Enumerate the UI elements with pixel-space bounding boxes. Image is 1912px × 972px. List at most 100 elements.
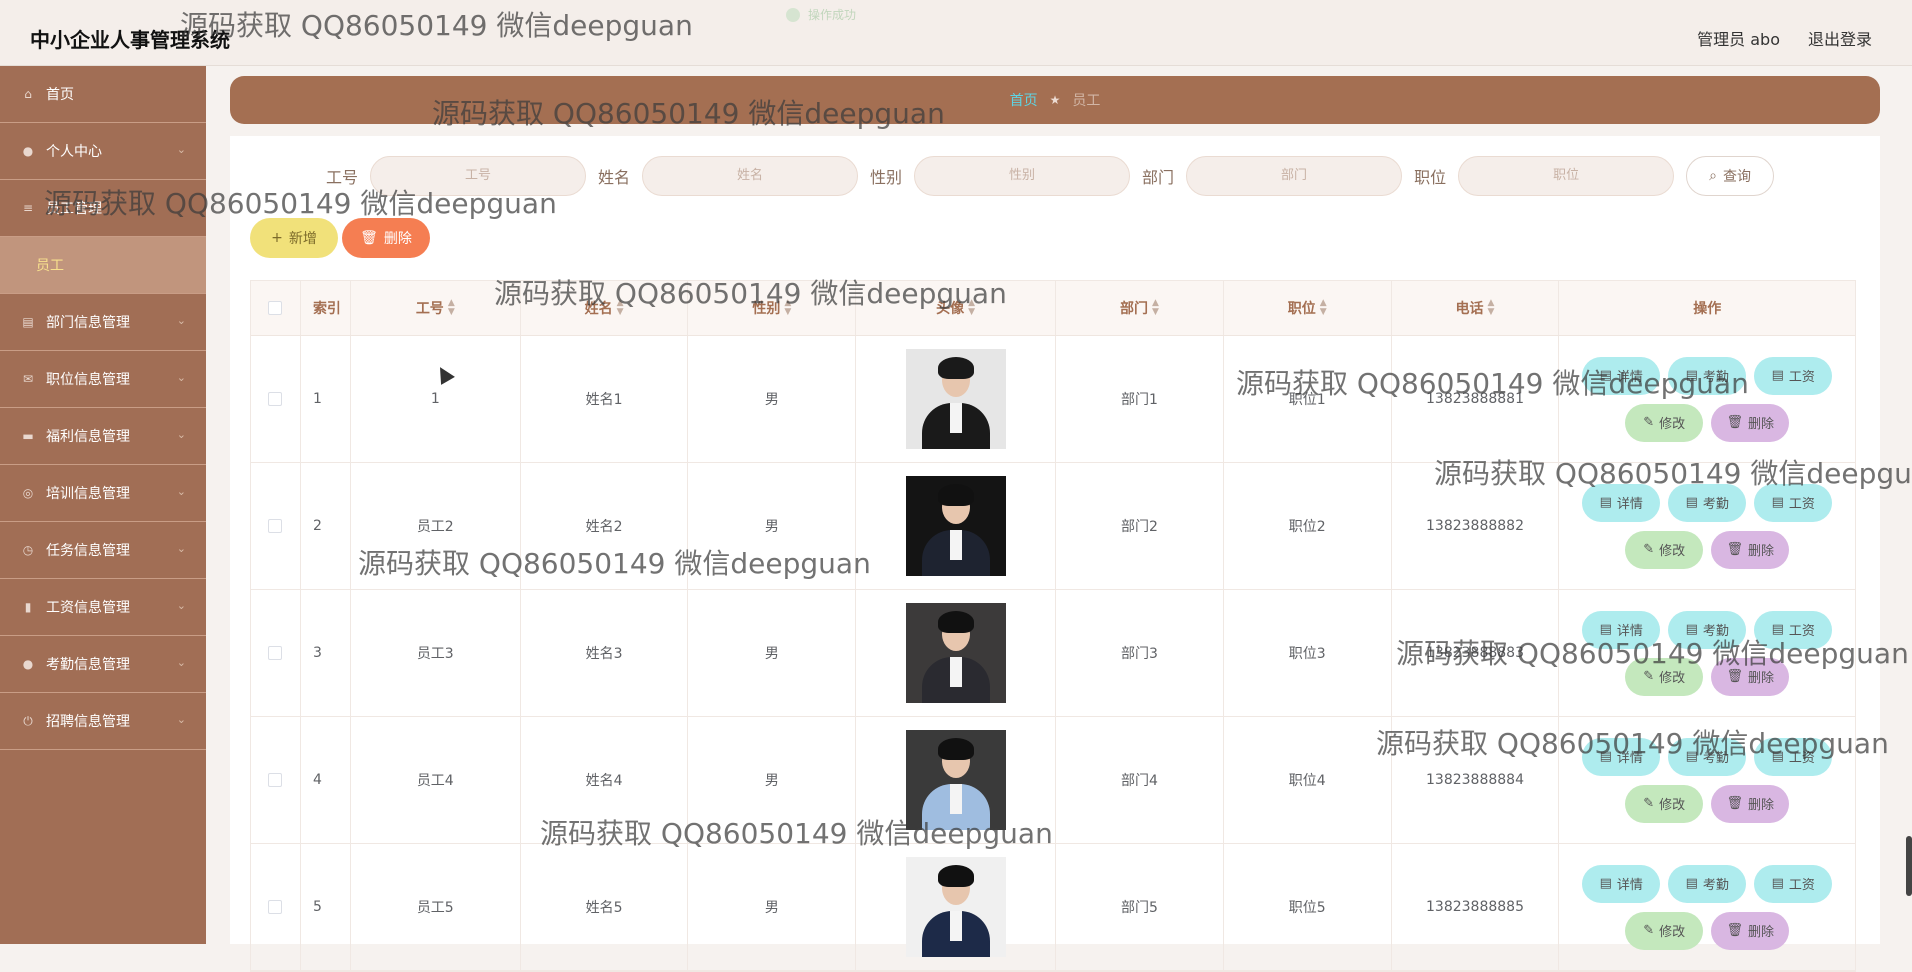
row-checkbox[interactable] <box>268 773 283 787</box>
detail-button[interactable]: ▤ 详情 <box>1582 610 1661 649</box>
row-checkbox[interactable] <box>268 900 283 914</box>
printer-icon: ▬ <box>22 429 34 443</box>
trash-icon: 🗑 <box>1726 669 1743 684</box>
header-avatar-label: 头像 <box>936 301 965 317</box>
search-input-dept[interactable]: 部门 <box>1186 156 1403 196</box>
avatar[interactable] <box>905 730 1006 830</box>
search-button[interactable]: ⌕ 查询 <box>1686 156 1775 196</box>
main-content: 首页 ★ 员工 工号 工号 姓名 姓名 性别 性别 部门 部门 职位 职位 ⌕ 查… <box>206 66 1912 972</box>
toast-text: 操作成功 <box>808 8 857 22</box>
salary-button[interactable]: ▤ 工资 <box>1754 356 1833 395</box>
sidebar-item-attendance[interactable]: ● 考勤信息管理 ⌄ <box>0 636 206 693</box>
breadcrumb-home[interactable]: 首页 <box>1010 90 1038 110</box>
sidebar-item-task[interactable]: ◷ 任务信息管理 ⌄ <box>0 522 206 579</box>
batch-delete-button[interactable]: 🗑 删除 <box>342 218 430 258</box>
chevron-down-icon: ⌄ <box>176 542 186 555</box>
detail-button[interactable]: ▤ 详情 <box>1582 483 1661 522</box>
edit-button-label: 修改 <box>1659 925 1686 940</box>
sidebar-item-profile[interactable]: ● 个人中心 ⌄ <box>0 123 206 180</box>
select-all-checkbox[interactable] <box>268 301 283 315</box>
delete-row-button[interactable]: 🗑 删除 <box>1711 657 1790 696</box>
cell-gender: 男 <box>688 717 857 843</box>
avatar[interactable] <box>905 349 1006 449</box>
cell-dept: 部门2 <box>1056 463 1224 589</box>
header-phone[interactable]: 电话 ▲ ▼ <box>1392 281 1560 335</box>
header-avatar[interactable]: 头像 ▲ ▼ <box>856 281 1057 335</box>
sidebar-item-employee-mgmt[interactable]: ≡ 员工管理 <box>0 180 206 237</box>
salary-button[interactable]: ▤ 工资 <box>1754 610 1833 649</box>
detail-button[interactable]: ▤ 详情 <box>1582 737 1661 776</box>
sidebar-item-label: 福利信息管理 <box>46 429 130 445</box>
cell-position: 职位5 <box>1224 844 1392 970</box>
header-dept[interactable]: 部门 ▲ ▼ <box>1056 281 1224 335</box>
search-input-id[interactable]: 工号 <box>370 156 587 196</box>
attendance-button-label: 考勤 <box>1702 370 1729 385</box>
sidebar-item-dept[interactable]: ▤ 部门信息管理 ⌄ <box>0 294 206 351</box>
salary-button-label: 工资 <box>1788 497 1815 512</box>
delete-row-button[interactable]: 🗑 删除 <box>1711 403 1790 442</box>
sidebar-item-welfare[interactable]: ▬ 福利信息管理 ⌄ <box>0 408 206 465</box>
search-input-name[interactable]: 姓名 <box>642 156 859 196</box>
salary-button[interactable]: ▤ 工资 <box>1754 483 1833 522</box>
salary-button-label: 工资 <box>1788 751 1815 766</box>
document-icon: ▤ <box>1599 495 1612 510</box>
search-input-gender[interactable]: 性别 <box>914 156 1131 196</box>
employee-table: 索引 工号 ▲ ▼ 姓名 ▲ ▼ 性别 ▲ ▼ 头像 ▲ ▼ 部门 ▲ ▼ 职位 ▲ ▼ 电话 ▲ ▼ 操作… <box>250 280 1856 972</box>
sidebar-item-home[interactable]: ⌂ 首页 <box>0 66 206 123</box>
delete-row-button[interactable]: 🗑 删除 <box>1711 530 1790 569</box>
detail-button[interactable]: ▤ 详情 <box>1582 864 1661 903</box>
avatar[interactable] <box>905 603 1006 703</box>
chevron-down-icon: ⌄ <box>176 485 186 498</box>
row-checkbox[interactable] <box>268 519 283 533</box>
sidebar-item-training[interactable]: ◎ 培训信息管理 ⌄ <box>0 465 206 522</box>
search-label-id: 工号 <box>326 168 359 187</box>
sidebar-item-position[interactable]: ✉ 职位信息管理 ⌄ <box>0 351 206 408</box>
table-row: 5 员工5 姓名5 男 部门5 职位5 13823888885 ▤ 详情 ▤ 考勤 ▤ 工资 ✎ 修改 🗑 删除 <box>251 844 1855 971</box>
attendance-button[interactable]: ▤ 考勤 <box>1668 483 1747 522</box>
document-icon: ▤ <box>1771 876 1784 891</box>
chevron-down-icon: ⌄ <box>176 599 186 612</box>
edit-button[interactable]: ✎ 修改 <box>1625 784 1704 823</box>
header-position[interactable]: 职位 ▲ ▼ <box>1224 281 1392 335</box>
edit-button[interactable]: ✎ 修改 <box>1625 657 1704 696</box>
attendance-button[interactable]: ▤ 考勤 <box>1668 610 1747 649</box>
sidebar-item-label: 职位信息管理 <box>46 372 130 388</box>
avatar[interactable] <box>905 476 1006 576</box>
attendance-button-label: 考勤 <box>1702 624 1729 639</box>
attendance-button[interactable]: ▤ 考勤 <box>1668 737 1747 776</box>
admin-name[interactable]: 管理员 abo <box>1697 26 1780 50</box>
header-id-label: 工号 <box>415 301 444 317</box>
top-bar: 中小企业人事管理系统 操作成功 管理员 abo 退出登录 <box>0 0 1912 66</box>
detail-button[interactable]: ▤ 详情 <box>1582 356 1661 395</box>
sidebar-item-label: 部门信息管理 <box>46 315 130 331</box>
salary-button[interactable]: ▤ 工资 <box>1754 737 1833 776</box>
user-icon: ● <box>22 657 34 671</box>
row-checkbox[interactable] <box>268 392 283 406</box>
edit-button[interactable]: ✎ 修改 <box>1625 403 1704 442</box>
cell-phone: 13823888885 <box>1392 844 1560 970</box>
pencil-icon: ✎ <box>1643 923 1655 938</box>
scrollbar[interactable] <box>1906 836 1912 896</box>
header-name[interactable]: 姓名 ▲ ▼ <box>521 281 689 335</box>
sidebar-item-salary[interactable]: ▮ 工资信息管理 ⌄ <box>0 579 206 636</box>
add-button[interactable]: + 新增 <box>250 218 338 258</box>
chevron-down-icon: ⌄ <box>176 314 186 327</box>
chevron-down-icon: ⌄ <box>176 143 186 156</box>
sidebar-subitem-employee[interactable]: 员工 <box>0 237 206 294</box>
search-input-position[interactable]: 职位 <box>1458 156 1675 196</box>
edit-button[interactable]: ✎ 修改 <box>1625 530 1704 569</box>
sidebar-item-recruit[interactable]: ⏻ 招聘信息管理 ⌄ <box>0 693 206 750</box>
header-id[interactable]: 工号 ▲ ▼ <box>351 281 521 335</box>
avatar[interactable] <box>905 857 1006 957</box>
salary-button[interactable]: ▤ 工资 <box>1754 864 1833 903</box>
attendance-button[interactable]: ▤ 考勤 <box>1668 864 1747 903</box>
check-icon <box>786 7 800 22</box>
header-index: 索引 <box>301 281 351 335</box>
logout-link[interactable]: 退出登录 <box>1808 26 1872 50</box>
header-gender[interactable]: 性别 ▲ ▼ <box>688 281 857 335</box>
attendance-button[interactable]: ▤ 考勤 <box>1668 356 1747 395</box>
cell-position: 职位1 <box>1224 336 1392 462</box>
cell-id: 员工3 <box>351 590 521 716</box>
delete-row-button[interactable]: 🗑 删除 <box>1711 784 1790 823</box>
row-checkbox[interactable] <box>268 646 283 660</box>
